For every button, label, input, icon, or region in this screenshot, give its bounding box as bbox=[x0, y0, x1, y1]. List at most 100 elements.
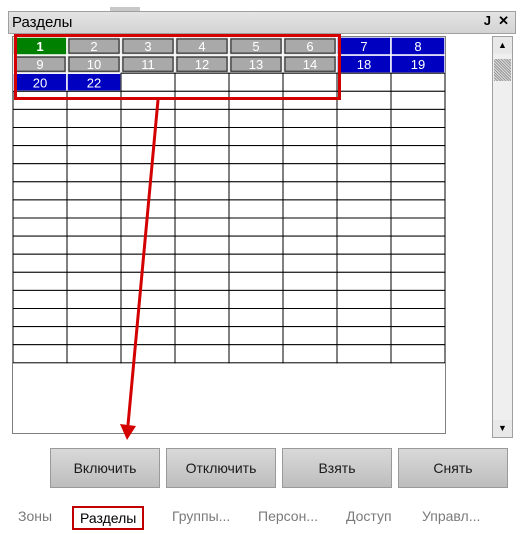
grid-cell-empty bbox=[228, 163, 284, 183]
grid-cell-empty bbox=[120, 344, 176, 364]
grid-cell-empty bbox=[390, 308, 445, 328]
grid-cell-empty bbox=[336, 271, 392, 291]
grid-cell-empty bbox=[282, 163, 338, 183]
grid-cell-empty bbox=[228, 271, 284, 291]
tab-access[interactable]: Доступ bbox=[346, 508, 392, 524]
grid-cell-empty bbox=[120, 127, 176, 147]
section-number-label: 8 bbox=[414, 39, 421, 54]
grid-cell-empty bbox=[13, 163, 68, 183]
section-number-label: 7 bbox=[360, 39, 367, 54]
grid-cell-empty bbox=[66, 145, 122, 165]
grid-cell-empty bbox=[282, 253, 338, 273]
scroll-down-arrow-icon[interactable]: ▼ bbox=[493, 420, 512, 437]
grid-cell-empty bbox=[120, 145, 176, 165]
grid-cell-empty bbox=[228, 326, 284, 346]
grid-cell-empty bbox=[390, 344, 445, 364]
arm-button[interactable]: Взять bbox=[282, 448, 392, 488]
grid-cell-empty bbox=[13, 199, 68, 219]
grid-cell-empty bbox=[13, 145, 68, 165]
pin-icon[interactable]: J bbox=[484, 13, 491, 28]
grid-cell-empty bbox=[390, 289, 445, 309]
grid-cell-empty bbox=[390, 108, 445, 129]
grid-cell-empty bbox=[282, 289, 338, 309]
top-strip bbox=[0, 0, 521, 11]
grid-cell-empty bbox=[390, 72, 445, 92]
panel-titlebar: Разделы J ✕ bbox=[8, 11, 516, 34]
grid-cell-empty bbox=[174, 308, 230, 328]
grid-cell-empty bbox=[13, 217, 68, 237]
grid-cell-empty bbox=[282, 145, 338, 165]
grid-cell-empty bbox=[66, 235, 122, 255]
tab-control[interactable]: Управл... bbox=[422, 508, 480, 524]
tab-groups[interactable]: Группы... bbox=[172, 508, 230, 524]
grid-cell-empty bbox=[13, 344, 68, 364]
grid-cell-empty bbox=[13, 127, 68, 147]
grid-cell-empty bbox=[13, 181, 68, 201]
grid-cell-empty bbox=[66, 289, 122, 309]
grid-cell-empty bbox=[336, 308, 392, 328]
grid-cell-empty bbox=[228, 289, 284, 309]
scroll-up-arrow-icon[interactable]: ▲ bbox=[493, 37, 512, 54]
grid-cell-empty bbox=[66, 163, 122, 183]
grid-cell-empty bbox=[66, 108, 122, 129]
grid-cell-empty bbox=[336, 163, 392, 183]
grid-cell-empty bbox=[228, 145, 284, 165]
grid-cell-empty bbox=[228, 181, 284, 201]
grid-cell-empty bbox=[336, 72, 392, 92]
tab-zones[interactable]: Зоны bbox=[18, 508, 52, 524]
grid-cell-empty bbox=[13, 108, 68, 129]
grid-cell-empty bbox=[120, 289, 176, 309]
enable-button[interactable]: Включить bbox=[50, 448, 160, 488]
grid-cell-empty bbox=[228, 217, 284, 237]
bottom-tabs: Зоны Разделы Группы... Персон... Доступ … bbox=[10, 505, 520, 531]
grid-cell-empty bbox=[390, 326, 445, 346]
grid-cell-empty bbox=[228, 253, 284, 273]
grid-cell-empty bbox=[120, 235, 176, 255]
grid-cell-empty bbox=[390, 199, 445, 219]
grid-cell-empty bbox=[282, 108, 338, 129]
grid-cell-empty bbox=[174, 344, 230, 364]
grid-cell-empty bbox=[174, 235, 230, 255]
grid-cell-empty bbox=[336, 199, 392, 219]
sections-panel: Разделы J ✕ 1 2 3 4 5 6 7 8 9 10 11 12 13 14 18 19 20 22 … bbox=[0, 0, 521, 534]
grid-cell-empty bbox=[120, 217, 176, 237]
tab-personnel[interactable]: Персон... bbox=[258, 508, 318, 524]
grid-cell-empty bbox=[120, 271, 176, 291]
grid-cell-empty bbox=[390, 145, 445, 165]
grid-cell-empty bbox=[66, 326, 122, 346]
grid-cell-empty bbox=[390, 127, 445, 147]
grid-cell-empty bbox=[66, 181, 122, 201]
grid-cell-empty bbox=[282, 271, 338, 291]
grid-cell-empty bbox=[336, 108, 392, 129]
grid-cell-empty bbox=[336, 90, 392, 110]
grid-cell-empty bbox=[174, 199, 230, 219]
grid-cell-empty bbox=[174, 326, 230, 346]
grid-cell-empty bbox=[66, 199, 122, 219]
grid-cell-empty bbox=[228, 127, 284, 147]
grid-cell-empty bbox=[13, 289, 68, 309]
grid-cell-empty bbox=[390, 235, 445, 255]
grid-cell-empty bbox=[66, 271, 122, 291]
grid-cell-empty bbox=[120, 308, 176, 328]
grid-cell-empty bbox=[390, 181, 445, 201]
grid-cell-empty bbox=[390, 271, 445, 291]
grid-cell-empty bbox=[336, 289, 392, 309]
grid-cell-empty bbox=[336, 217, 392, 237]
scroll-thumb[interactable] bbox=[494, 59, 511, 81]
grid-cell-empty bbox=[390, 253, 445, 273]
grid-cell-empty bbox=[336, 145, 392, 165]
grid-cell-empty bbox=[174, 217, 230, 237]
disable-button[interactable]: Отключить bbox=[166, 448, 276, 488]
disarm-button[interactable]: Снять bbox=[398, 448, 508, 488]
vertical-scrollbar[interactable]: ▲ ▼ bbox=[492, 36, 513, 438]
grid-cell-empty bbox=[282, 127, 338, 147]
grid-cell-empty bbox=[174, 108, 230, 129]
close-icon[interactable]: ✕ bbox=[498, 13, 509, 29]
section-number-label: 18 bbox=[357, 57, 371, 72]
section-number-label: 19 bbox=[411, 57, 425, 72]
panel-title: Разделы bbox=[12, 14, 73, 31]
grid-cell-empty bbox=[66, 217, 122, 237]
grid-cell-empty bbox=[282, 326, 338, 346]
tab-sections[interactable]: Разделы bbox=[72, 506, 145, 530]
grid-cell-empty bbox=[282, 217, 338, 237]
